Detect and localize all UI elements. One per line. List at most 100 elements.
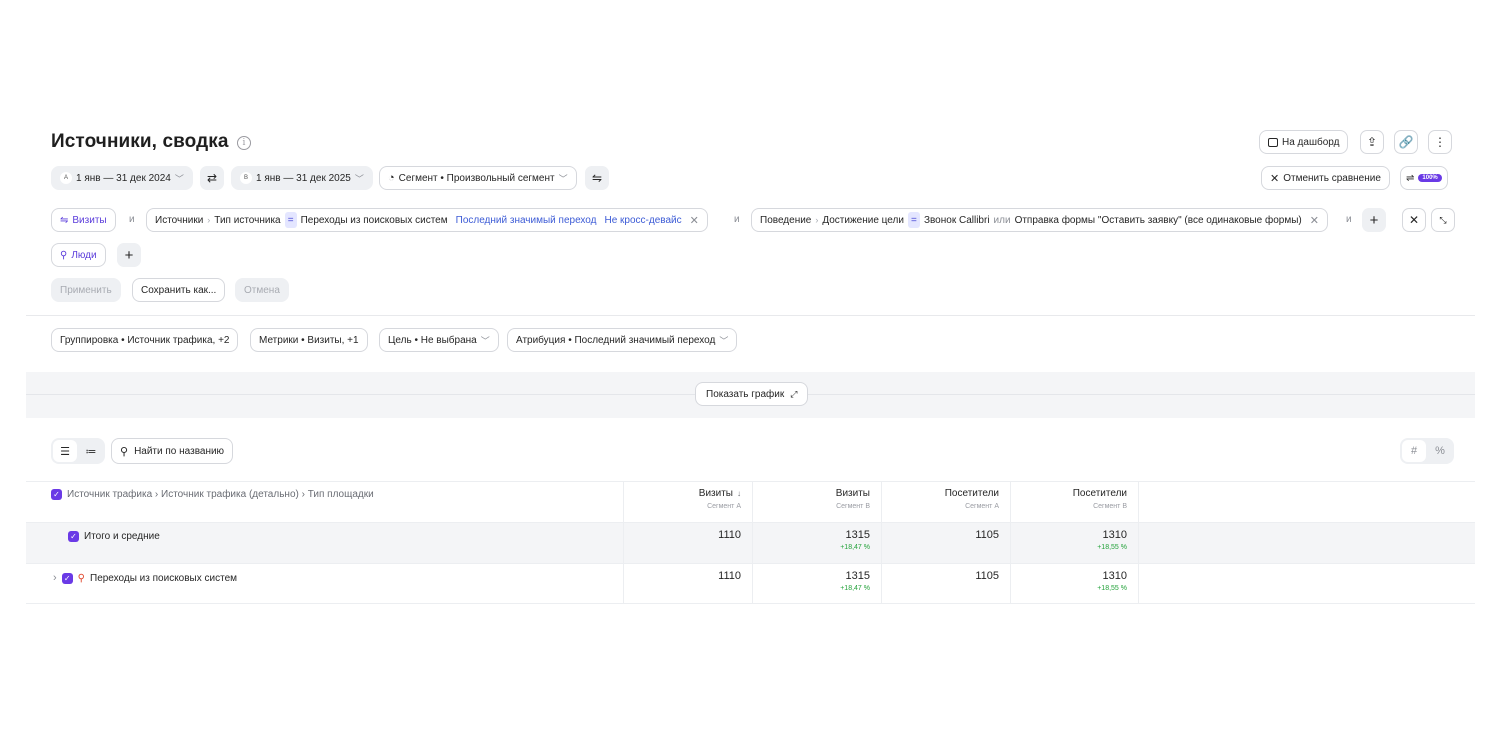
- visits-label: Визиты: [72, 214, 107, 226]
- segment-picker[interactable]: ◔ Сегмент • Произвольный сегмент ﹀: [379, 166, 577, 190]
- equals-sign: =: [907, 212, 920, 228]
- absolute-mode[interactable]: #: [1402, 440, 1426, 462]
- visits-filter-chip[interactable]: ⇋ Визиты: [51, 208, 116, 232]
- period-b-label: 1 янв — 31 дек 2025: [256, 172, 351, 184]
- total-label: Итого и средние: [84, 531, 160, 542]
- equals-sign: =: [284, 212, 297, 228]
- metrics-button[interactable]: Метрики • Визиты, +1: [250, 328, 368, 352]
- view-toggle[interactable]: ☰ ≔: [51, 438, 105, 464]
- filter-attribution[interactable]: Последний значимый переход: [456, 215, 597, 226]
- dimension-path[interactable]: Источник трафика › Источник трафика (дет…: [67, 489, 374, 500]
- filter-group: Источники: [155, 214, 204, 226]
- attribution-label: Атрибуция • Последний значимый переход: [516, 334, 716, 346]
- remove-filter-icon[interactable]: ✕: [690, 214, 699, 227]
- column-sub: Сегмент A: [707, 503, 741, 510]
- column-sub: Сегмент B: [1093, 503, 1127, 510]
- search-button[interactable]: ⚲ Найти по названию: [111, 438, 234, 464]
- report-header-panel: [26, 122, 1475, 372]
- period-a-letter: A: [60, 172, 72, 184]
- filter-goal-chip[interactable]: Поведение › Достижение цели = Звонок Cal…: [751, 208, 1328, 232]
- filter-value: Отправка формы "Оставить заявку" (все од…: [1014, 214, 1302, 226]
- apply-button[interactable]: Применить: [51, 278, 121, 302]
- table-cell: 1105: [881, 523, 1010, 563]
- more-button[interactable]: ⋮: [1428, 130, 1452, 154]
- column-sub: Сегмент A: [965, 503, 999, 510]
- add-filter-button[interactable]: +: [1362, 208, 1386, 232]
- filter-device[interactable]: Не кросс-девайс: [604, 215, 681, 226]
- cancel-button[interactable]: Отмена: [235, 278, 289, 302]
- table-cell: 1105: [881, 564, 1010, 603]
- list-view-icon[interactable]: ☰: [53, 440, 77, 462]
- column-header[interactable]: Посетители Сегмент A: [881, 482, 1010, 522]
- remove-filter-icon[interactable]: ✕: [1310, 214, 1319, 227]
- cancel-compare-button[interactable]: ✕ Отменить сравнение: [1261, 166, 1390, 190]
- chevron-right-icon[interactable]: ›: [53, 572, 57, 584]
- grouping-button[interactable]: Группировка • Источник трафика, +2: [51, 328, 239, 352]
- collapse-filters-button[interactable]: ⤡: [1431, 208, 1455, 232]
- swap-icon: ⇄: [206, 171, 218, 185]
- chevron-down-icon: ﹀: [174, 173, 184, 184]
- close-icon: ✕: [1408, 213, 1420, 227]
- table-cell: 1110: [623, 564, 752, 603]
- and-label: и: [734, 214, 740, 225]
- row-label[interactable]: Переходы из поисковых систем: [90, 573, 237, 584]
- value-mode-toggle[interactable]: # %: [1400, 438, 1454, 464]
- more-icon: ⋮: [1434, 135, 1446, 149]
- export-button[interactable]: ⇪: [1360, 130, 1384, 154]
- search-icon: ⚲: [120, 445, 129, 458]
- period-b-letter: B: [240, 172, 252, 184]
- column-header[interactable]: Посетители Сегмент B: [1010, 482, 1139, 522]
- upload-icon: ⇪: [1366, 135, 1378, 149]
- column-header[interactable]: Визиты ↓ Сегмент A: [623, 482, 752, 522]
- collapse-icon: ⤡: [1439, 214, 1447, 225]
- table-cell: 1310 +18,55 %: [1010, 523, 1139, 563]
- save-as-button[interactable]: Сохранить как...: [132, 278, 226, 302]
- sampling-badge: 100%: [1418, 174, 1442, 182]
- add-to-dashboard-button[interactable]: На дашборд: [1259, 130, 1349, 154]
- table-cell: 1315 +18,47 %: [752, 523, 881, 563]
- goal-select[interactable]: Цель • Не выбрана ﹀: [379, 328, 499, 352]
- sampling-button[interactable]: ⇌ 100%: [1400, 166, 1448, 190]
- divider: [26, 315, 1475, 316]
- and-label: и: [1346, 214, 1352, 225]
- percent-mode[interactable]: %: [1428, 440, 1452, 462]
- show-chart-label: Показать график: [706, 388, 785, 400]
- period-a-picker[interactable]: A 1 янв — 31 дек 2024 ﹀: [51, 166, 193, 190]
- filter-field: Тип источника: [214, 214, 281, 226]
- sliders-icon: ⇌: [1406, 172, 1415, 184]
- chevron-down-icon: ﹀: [558, 173, 568, 184]
- goal-label: Цель • Не выбрана: [388, 334, 477, 346]
- link-button[interactable]: 🔗: [1394, 130, 1418, 154]
- clear-filters-button[interactable]: ✕: [1402, 208, 1426, 232]
- period-b-picker[interactable]: B 1 янв — 31 дек 2025 ﹀: [231, 166, 373, 190]
- search-engine-icon: ⚲: [77, 572, 85, 584]
- row-checkbox[interactable]: ✓: [61, 572, 73, 584]
- column-header[interactable]: Визиты Сегмент B: [752, 482, 881, 522]
- or-label: или: [993, 214, 1011, 226]
- dimension-header: ✓ Источник трафика › Источник трафика (д…: [26, 482, 624, 522]
- people-label: Люди: [71, 249, 97, 261]
- close-icon: ✕: [1270, 172, 1280, 185]
- tree-view-icon[interactable]: ≔: [79, 440, 103, 462]
- filter-group: Поведение: [760, 214, 812, 226]
- table-row[interactable]: › ✓ ⚲ Переходы из поисковых систем 1110 …: [26, 563, 1475, 604]
- filter-source-chip[interactable]: Источники › Тип источника = Переходы из …: [146, 208, 708, 232]
- add-people-filter-button[interactable]: +: [117, 243, 141, 267]
- compare-icon: ⇋: [591, 171, 603, 185]
- select-all-checkbox[interactable]: ✓: [51, 489, 62, 500]
- people-filter-chip[interactable]: ⚲ Люди: [51, 243, 106, 267]
- person-icon: ⚲: [60, 249, 68, 261]
- and-label: и: [129, 214, 135, 225]
- page-title: Источники, сводка: [51, 131, 229, 152]
- info-icon[interactable]: i: [237, 136, 251, 150]
- show-chart-button[interactable]: Показать график ⤢: [695, 382, 809, 406]
- filter-field: Достижение цели: [822, 214, 904, 226]
- expand-icon: ⤢: [790, 388, 798, 399]
- segment-compare-button[interactable]: ⇋: [585, 166, 609, 190]
- segment-label: Сегмент • Произвольный сегмент: [398, 172, 555, 184]
- swap-periods-button[interactable]: ⇄: [200, 166, 224, 190]
- attribution-select[interactable]: Атрибуция • Последний значимый переход ﹀: [507, 328, 738, 352]
- filter-value: Звонок Callibri: [923, 214, 990, 226]
- chevron-down-icon: ﹀: [480, 335, 490, 346]
- row-checkbox[interactable]: ✓: [68, 531, 79, 542]
